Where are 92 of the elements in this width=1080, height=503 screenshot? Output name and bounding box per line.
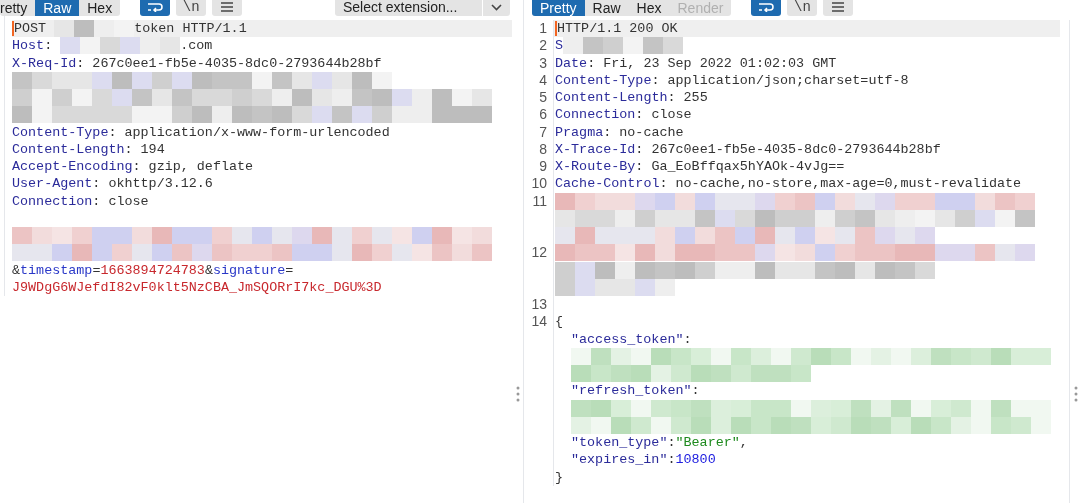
caret-icon [491, 3, 502, 11]
view-tab[interactable]: Raw [35, 0, 80, 16]
code-text: Content-Length [12, 140, 125, 158]
line-number: 8 [539, 140, 547, 157]
code-text: : [667, 434, 676, 452]
view-tab[interactable]: Hex [79, 0, 121, 16]
code-text: Connection [555, 106, 636, 124]
code-text: Content-Length [555, 89, 668, 107]
line-number: 3 [539, 54, 547, 71]
wrap-lines-button[interactable] [751, 0, 782, 16]
line-number: 2 [539, 37, 547, 54]
menu-button[interactable] [823, 0, 854, 16]
code-text: X-Req-Id [12, 54, 77, 72]
drag-handle-icon[interactable] [1074, 386, 1078, 402]
newline-toggle-button[interactable]: \n [176, 0, 207, 16]
code-text: Connection [12, 192, 93, 210]
code-text: User-Agent [12, 175, 93, 193]
code-text: : [683, 330, 692, 348]
code-text: "expires_in" [571, 451, 668, 469]
view-tab[interactable]: Hex [628, 0, 670, 16]
line-number: 1 [539, 20, 547, 36]
code-text: : 255 [667, 89, 708, 107]
code-text: .com [180, 37, 213, 55]
code-text: Date [555, 54, 588, 72]
code-text: } [555, 468, 564, 486]
code-text: "refresh_token" [571, 382, 692, 400]
code-text: "token_type" [571, 434, 668, 452]
code-text: Content-Type [555, 71, 652, 89]
line-number: 10 [531, 175, 547, 192]
code-text: : close [635, 106, 692, 124]
code-text: Cache-Control [555, 175, 660, 193]
code-text: Host [12, 37, 45, 55]
code-text: : 267c0ee1-fb5e-4035-8dc0-2793644b28bf [76, 54, 382, 72]
wrap-lines-icon [147, 2, 164, 12]
code-text: 1663894724783 [100, 261, 205, 279]
wrap-lines-button[interactable] [140, 0, 171, 16]
code-text: : [667, 451, 676, 469]
code-text: : 194 [124, 140, 165, 158]
drag-handle-icon[interactable] [516, 386, 520, 402]
wrap-lines-icon [758, 2, 775, 12]
code-text: : okhttp/3.12.6 [92, 175, 213, 193]
code-text: X-Route-By [555, 158, 636, 176]
code-text: : gzip, deflate [132, 158, 254, 176]
view-tab[interactable]: retty [0, 0, 36, 16]
code-text: J9WDgG6WJefdI82vF0klt5NzCBA_JmSQORrI7kc_DGU%3D [12, 278, 382, 296]
code-text: 10800 [675, 451, 716, 469]
code-text: : application/json;charset=utf-8 [651, 71, 909, 89]
code-text: POST [14, 20, 48, 38]
line-number: 13 [531, 296, 547, 312]
menu-icon [220, 2, 235, 12]
extension-dropdown[interactable]: Select extension... [335, 0, 510, 16]
code-text: { [555, 313, 564, 331]
code-text: : close [92, 192, 149, 210]
menu-button[interactable] [212, 0, 243, 16]
text-cursor [12, 21, 14, 37]
code-text: "Bearer" [675, 434, 740, 452]
code-text: timestamp [20, 261, 93, 279]
line-number: 9 [539, 158, 547, 174]
code-text: "access_token" [571, 330, 684, 348]
menu-icon [831, 2, 846, 12]
code-text: : [691, 382, 700, 400]
line-number: 5 [539, 89, 547, 105]
code-text: = [92, 261, 101, 279]
code-text: Accept-Encoding [12, 158, 133, 176]
line-number: 11 [532, 192, 547, 209]
view-tab[interactable]: Pretty [532, 0, 585, 16]
line-number: 6 [539, 106, 547, 123]
text-cursor [555, 21, 557, 37]
line-number: 12 [531, 244, 547, 261]
code-text: & [12, 261, 21, 279]
code-text: : Ga_EoBffqax5hYAOk-4vJg== [635, 158, 845, 176]
code-text: : Fri, 23 Sep 2022 01:02:03 GMT [587, 54, 837, 72]
code-text: & [204, 261, 213, 279]
code-text: = [285, 261, 294, 279]
code-text: Content-Type [12, 123, 109, 141]
code-text: : 267c0ee1-fb5e-4035-8dc0-2793644b28bf [635, 140, 941, 158]
code-text: : application/x-www-form-urlencoded [108, 123, 390, 141]
code-text: X-Trace-Id [555, 140, 636, 158]
code-text: , [739, 434, 748, 452]
newline-toggle-button[interactable]: \n [787, 0, 818, 16]
code-text: HTTP/1.1 200 OK [557, 20, 678, 38]
line-number: 4 [539, 71, 547, 88]
line-number: 7 [539, 123, 547, 140]
code-text: S [555, 37, 564, 55]
code-text: Pragma [555, 123, 604, 141]
code-text: token HTTP/1.1 [134, 20, 247, 38]
line-number: 14 [531, 313, 547, 330]
code-text: : no-cache [603, 123, 684, 141]
view-tab[interactable]: Raw [584, 0, 629, 16]
code-text: signature [212, 261, 286, 279]
code-text: : no-cache,no-store,max-age=0,must-revalidate [659, 175, 1022, 193]
code-text: : [44, 37, 54, 55]
